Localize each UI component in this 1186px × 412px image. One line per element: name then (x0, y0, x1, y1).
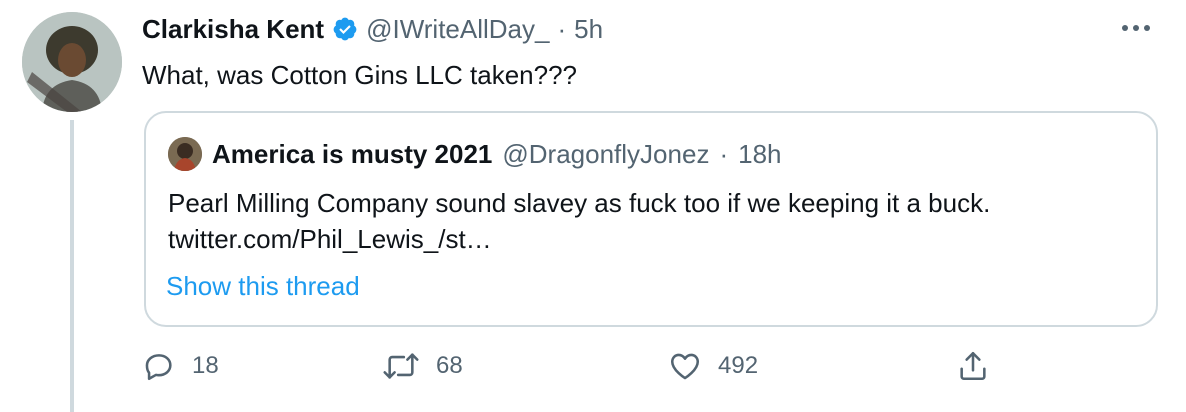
header-separator: · (557, 13, 567, 44)
share-button[interactable] (956, 346, 990, 386)
thread-line (70, 120, 74, 412)
tweet-header: Clarkisha Kent @IWriteAllDay_ · 5h (142, 12, 603, 46)
quoted-tweet-text: Pearl Milling Company sound slavey as fu… (168, 188, 991, 218)
quoted-header-separator: · (719, 138, 729, 169)
author-avatar[interactable] (22, 12, 122, 112)
tweet-actions: 18 68 492 (142, 346, 1022, 386)
more-horizontal-icon (1122, 25, 1150, 31)
show-thread-link[interactable]: Show this thread (166, 271, 360, 302)
author-handle[interactable]: @IWriteAllDay_ (366, 14, 549, 45)
share-icon (960, 351, 986, 381)
retweet-icon (383, 353, 419, 379)
more-options-button[interactable] (1116, 12, 1156, 44)
retweet-button[interactable]: 68 (382, 346, 463, 386)
retweet-count: 68 (436, 352, 463, 379)
heart-icon (670, 353, 700, 380)
quoted-tweet-link[interactable]: twitter.com/Phil_Lewis_/st… (168, 221, 1148, 257)
tweet-text: What, was Cotton Gins LLC taken??? (142, 60, 578, 90)
quoted-tweet-card[interactable]: America is musty 2021 @DragonflyJonez · … (144, 111, 1158, 327)
tweet-timestamp[interactable]: 5h (574, 14, 603, 45)
reply-button[interactable]: 18 (142, 346, 219, 386)
quoted-tweet-text-block: Pearl Milling Company sound slavey as fu… (168, 185, 1148, 257)
reply-count: 18 (192, 352, 219, 379)
quoted-author-display-name: America is musty 2021 (212, 138, 493, 169)
like-count: 492 (718, 352, 759, 379)
reply-icon (145, 354, 172, 381)
quoted-tweet-timestamp: 18h (738, 138, 782, 169)
quoted-author-avatar (168, 137, 202, 171)
tweet[interactable]: Clarkisha Kent @IWriteAllDay_ · 5h What,… (0, 0, 1186, 412)
like-button[interactable]: 492 (668, 346, 758, 386)
quoted-tweet-header: America is musty 2021 @DragonflyJonez · … (168, 137, 782, 171)
quoted-author-handle: @DragonflyJonez (502, 138, 710, 169)
author-display-name[interactable]: Clarkisha Kent (142, 14, 324, 45)
verified-badge-icon (332, 16, 358, 42)
